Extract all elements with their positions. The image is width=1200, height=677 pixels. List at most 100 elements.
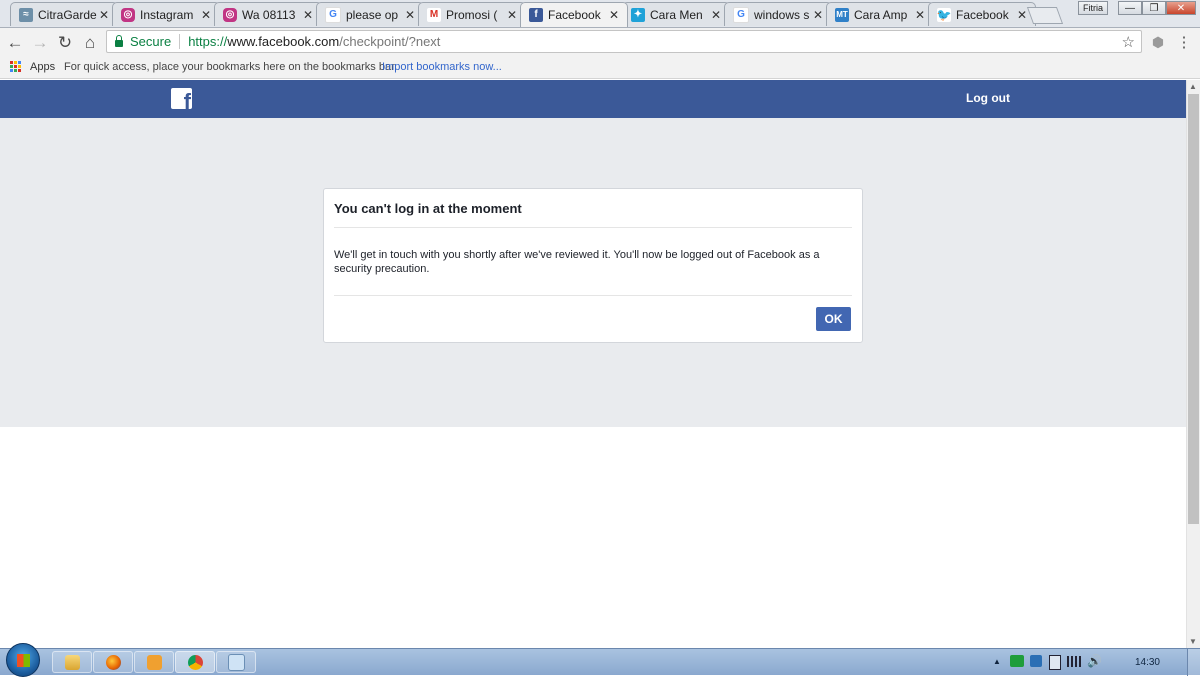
url-host: www.facebook.com <box>227 34 340 49</box>
notepad-icon <box>227 653 245 671</box>
lock-icon <box>115 35 123 47</box>
tab-instagram-wa[interactable]: ◎ Wa 08113 ✕ <box>214 2 322 26</box>
instagram-icon: ◎ <box>121 7 135 22</box>
close-window-button[interactable]: ✕ <box>1166 1 1196 15</box>
page-scrollbar[interactable]: ▲ ▼ <box>1186 80 1200 648</box>
tab-google-windows[interactable]: G windows s ✕ <box>724 2 832 26</box>
scroll-thumb[interactable] <box>1188 94 1199 524</box>
tab-title: please op <box>346 7 399 22</box>
facebook-header: f Log out <box>0 80 1186 118</box>
media-player-icon <box>146 654 162 670</box>
firefox-icon <box>105 654 121 670</box>
chrome-icon <box>187 654 203 670</box>
dialog-message: We'll get in touch with you shortly afte… <box>334 249 820 275</box>
close-icon[interactable]: ✕ <box>709 8 723 22</box>
apps-link[interactable]: Apps <box>30 61 55 73</box>
network-transfer-icon[interactable] <box>1010 655 1024 667</box>
extension-icon[interactable]: ⬢ <box>1148 32 1168 52</box>
logout-link[interactable]: Log out <box>966 91 1010 105</box>
address-bar[interactable]: Secure https://www.facebook.com/checkpoi… <box>106 30 1142 53</box>
ok-button[interactable]: OK <box>816 307 851 331</box>
close-icon[interactable]: ✕ <box>199 8 213 22</box>
close-icon[interactable]: ✕ <box>913 8 927 22</box>
tab-title: Facebook <box>956 7 1009 22</box>
close-icon[interactable]: ✕ <box>403 8 417 22</box>
import-bookmarks-link[interactable]: Import bookmarks now... <box>382 61 502 73</box>
browser-toolbar: ← → ↻ ⌂ Secure https://www.facebook.com /… <box>0 28 1200 56</box>
tab-cara-amp[interactable]: MT Cara Amp ✕ <box>826 2 934 26</box>
cara-icon: ✦ <box>631 7 645 22</box>
divider <box>334 227 852 228</box>
bookmark-star-icon[interactable]: ☆ <box>1122 33 1135 51</box>
taskbar-firefox[interactable] <box>93 651 133 673</box>
minimize-button[interactable]: — <box>1118 1 1142 15</box>
tab-title: Instagram <box>140 7 194 22</box>
checkpoint-content: You can't log in at the moment We'll get… <box>0 118 1186 427</box>
tab-gmail[interactable]: M Promosi ( ✕ <box>418 2 526 26</box>
google-icon: G <box>733 6 749 23</box>
mt-icon: MT <box>835 7 849 22</box>
user-profile-button[interactable]: Fitria <box>1078 1 1108 15</box>
scroll-up-icon[interactable]: ▲ <box>1189 82 1197 91</box>
new-tab-button[interactable] <box>1026 7 1064 24</box>
tab-title: windows s <box>754 7 810 22</box>
secure-label: Secure <box>130 34 172 49</box>
login-blocked-dialog: You can't log in at the moment We'll get… <box>323 188 863 343</box>
tab-twitter-facebook[interactable]: 🐦 Facebook ✕ <box>928 2 1036 26</box>
back-arrow-icon[interactable]: ← <box>5 32 25 52</box>
tab-facebook-active[interactable]: f Facebook ✕ <box>520 2 628 27</box>
restore-button[interactable]: ❐ <box>1142 1 1166 15</box>
instagram-icon: ◎ <box>223 7 237 22</box>
volume-icon[interactable]: 🔊 <box>1087 654 1102 668</box>
google-icon: G <box>325 6 341 23</box>
tab-title: Cara Amp <box>854 7 908 22</box>
facebook-logo-icon[interactable]: f <box>171 88 192 109</box>
tab-title: Promosi ( <box>446 7 498 22</box>
home-icon[interactable]: ⌂ <box>80 32 100 52</box>
dropbox-icon[interactable] <box>1030 655 1042 667</box>
apps-icon[interactable] <box>10 61 21 72</box>
taskbar-explorer[interactable] <box>52 651 92 673</box>
facebook-logo-glyph: f <box>183 89 191 110</box>
twitter-icon: 🐦 <box>936 7 952 22</box>
windows-taskbar: ▲ 🔊 14:30 <box>0 643 1200 677</box>
tab-strip: ≈ CitraGarde ✕ ◎ Instagram ✕ ◎ Wa 08113 … <box>0 0 1200 28</box>
tab-google-search[interactable]: G please op ✕ <box>316 2 424 26</box>
taskbar-media-player[interactable] <box>134 651 174 673</box>
close-icon[interactable]: ✕ <box>301 8 315 22</box>
taskbar-notepad[interactable] <box>216 651 256 673</box>
tab-citragarden[interactable]: ≈ CitraGarde ✕ <box>10 2 118 26</box>
divider <box>334 295 852 296</box>
windows-start-icon[interactable] <box>6 643 40 677</box>
usb-device-icon[interactable] <box>1049 655 1061 670</box>
close-icon[interactable]: ✕ <box>97 8 111 22</box>
taskbar-chrome[interactable] <box>175 651 215 673</box>
signal-strength-icon[interactable] <box>1067 656 1081 667</box>
reload-icon[interactable]: ↻ <box>55 32 75 52</box>
tab-instagram[interactable]: ◎ Instagram ✕ <box>112 2 220 26</box>
menu-icon[interactable]: ⋮ <box>1174 32 1194 52</box>
tab-cara-men[interactable]: ✦ Cara Men ✕ <box>622 2 730 26</box>
separator <box>179 34 181 49</box>
tab-title: CitraGarde <box>38 7 97 22</box>
system-tray: ▲ 🔊 <box>975 649 1200 676</box>
scroll-down-icon[interactable]: ▼ <box>1189 637 1197 646</box>
citragarden-icon: ≈ <box>19 7 33 22</box>
show-hidden-icons-arrow[interactable]: ▲ <box>993 657 1001 666</box>
tab-title: Facebook <box>548 8 601 22</box>
bookmarks-bar: Apps For quick access, place your bookma… <box>0 56 1200 79</box>
dialog-title: You can't log in at the moment <box>334 201 522 216</box>
close-icon[interactable]: ✕ <box>811 8 825 22</box>
show-desktop-button[interactable] <box>1187 649 1200 676</box>
tab-title: Cara Men <box>650 7 703 22</box>
taskbar-clock[interactable]: 14:30 <box>1135 657 1160 668</box>
gmail-icon: M <box>427 7 441 22</box>
url-scheme: https:// <box>188 34 228 49</box>
close-icon[interactable]: ✕ <box>607 8 621 22</box>
url-path: /checkpoint/?next <box>339 34 441 49</box>
tab-title: Wa 08113 <box>242 7 296 22</box>
close-icon[interactable]: ✕ <box>505 8 519 22</box>
forward-arrow-icon[interactable]: → <box>30 32 50 52</box>
explorer-icon <box>64 654 80 670</box>
bookmarks-hint: For quick access, place your bookmarks h… <box>64 61 398 73</box>
